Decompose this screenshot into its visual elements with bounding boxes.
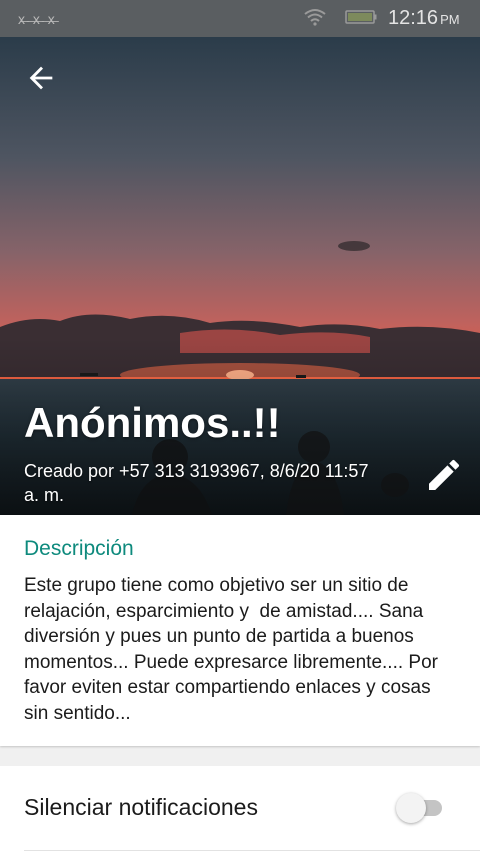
mute-notifications-label: Silenciar notificaciones <box>24 794 258 820</box>
divider <box>24 850 480 851</box>
description-label: Descripción <box>24 537 134 560</box>
group-header: Anónimos..!! Creado por +57 313 3193967,… <box>0 37 480 515</box>
back-button[interactable] <box>24 61 58 95</box>
mute-notifications-row[interactable]: Silenciar notificaciones <box>0 766 480 854</box>
carrier-label: x̶ ̶x̶ ̶x̶ <box>18 11 57 27</box>
edit-group-button[interactable] <box>424 455 464 495</box>
status-bar: x̶ ̶x̶ ̶x̶ 12:16 PM <box>0 0 480 37</box>
status-clock: 12:16 PM <box>388 7 460 30</box>
mute-notifications-toggle[interactable] <box>396 793 448 823</box>
battery-icon <box>345 10 377 24</box>
clock-time: 12:16 <box>388 7 439 29</box>
pencil-icon <box>429 459 460 490</box>
description-text: Este grupo tiene como objetivo ser un si… <box>24 575 444 724</box>
wifi-icon <box>304 9 326 26</box>
description-section[interactable]: Descripción Este grupo tiene como objeti… <box>0 515 480 746</box>
toggle-thumb <box>396 793 426 823</box>
clock-ampm: PM <box>440 12 460 27</box>
group-info-screen: x̶ ̶x̶ ̶x̶ 12:16 PM Anónimos..!! Creado … <box>0 0 480 854</box>
created-by-info: Creado por +57 313 3193967, 8/6/20 11:57… <box>24 461 369 505</box>
group-name[interactable]: Anónimos..!! <box>24 399 281 447</box>
